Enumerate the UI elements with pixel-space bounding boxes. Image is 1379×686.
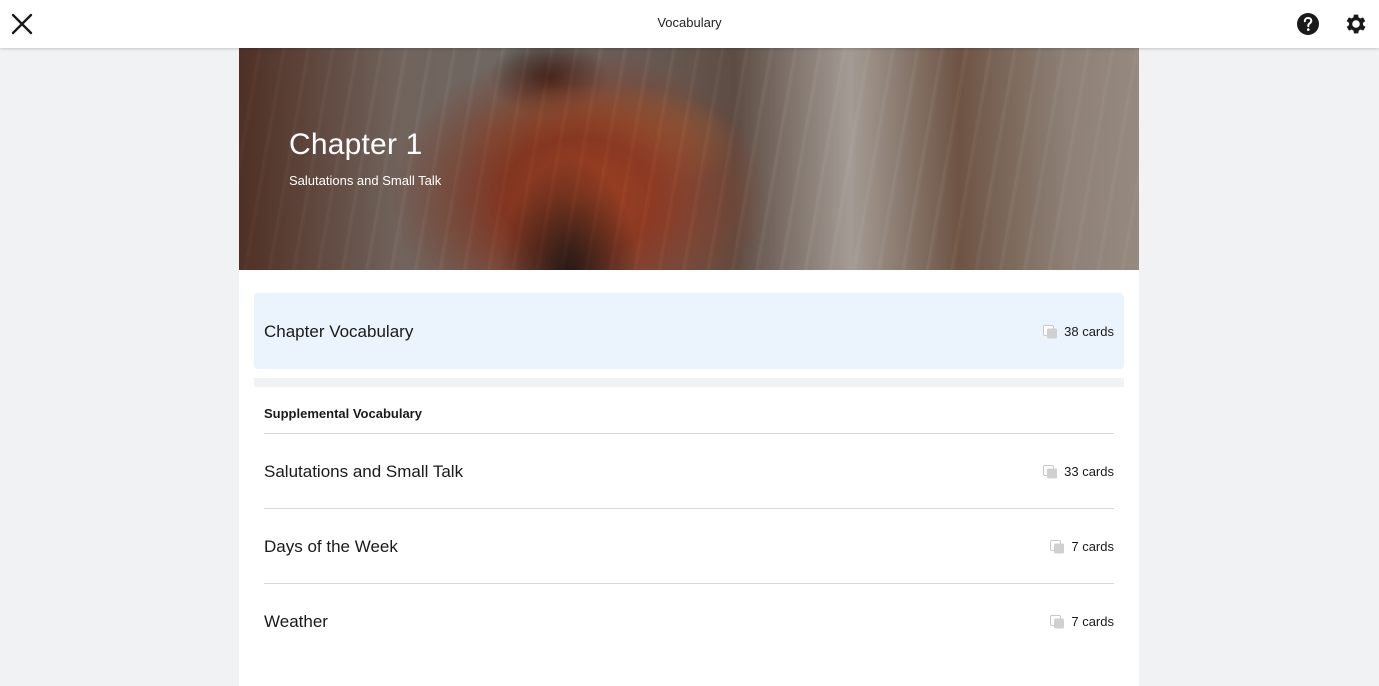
supplemental-heading: Supplemental Vocabulary — [264, 406, 422, 421]
card-count: 7 cards — [1050, 539, 1114, 554]
top-bar: Vocabulary — [0, 0, 1379, 48]
list-item-weather[interactable]: Weather 7 cards — [264, 584, 1114, 659]
chapter-subtitle: Salutations and Small Talk — [289, 173, 442, 188]
list-item-salutations[interactable]: Salutations and Small Talk 33 cards — [264, 434, 1114, 509]
section-divider — [254, 378, 1124, 387]
card-count-text: 38 cards — [1064, 324, 1114, 339]
chapter-title: Chapter 1 — [289, 128, 423, 161]
cards-icon — [1043, 464, 1058, 478]
list-item-label: Salutations and Small Talk — [264, 462, 464, 481]
content-panel: Chapter 1 Salutations and Small Talk Cha… — [239, 48, 1139, 686]
list-item-label: Days of the Week — [264, 537, 398, 556]
page-title: Vocabulary — [657, 15, 722, 30]
chapter-vocabulary-label: Chapter Vocabulary — [264, 322, 414, 341]
chapter-hero: Chapter 1 Salutations and Small Talk — [239, 48, 1139, 270]
gear-icon — [1346, 14, 1366, 34]
list-item-days-of-week[interactable]: Days of the Week 7 cards — [264, 509, 1114, 584]
card-count-text: 33 cards — [1064, 464, 1114, 479]
cards-icon — [1050, 539, 1065, 553]
settings-button[interactable] — [1343, 11, 1369, 37]
card-count: 33 cards — [1043, 464, 1114, 479]
list-item-label: Weather — [264, 612, 328, 631]
chapter-vocabulary-row[interactable]: Chapter Vocabulary 38 cards — [254, 293, 1124, 369]
cards-icon — [1043, 324, 1058, 338]
help-button[interactable] — [1296, 12, 1320, 36]
help-icon — [1297, 13, 1319, 35]
card-count: 7 cards — [1050, 614, 1114, 629]
cards-icon — [1050, 614, 1065, 628]
card-count: 38 cards — [1043, 324, 1114, 339]
card-count-text: 7 cards — [1071, 614, 1114, 629]
card-count-text: 7 cards — [1071, 539, 1114, 554]
